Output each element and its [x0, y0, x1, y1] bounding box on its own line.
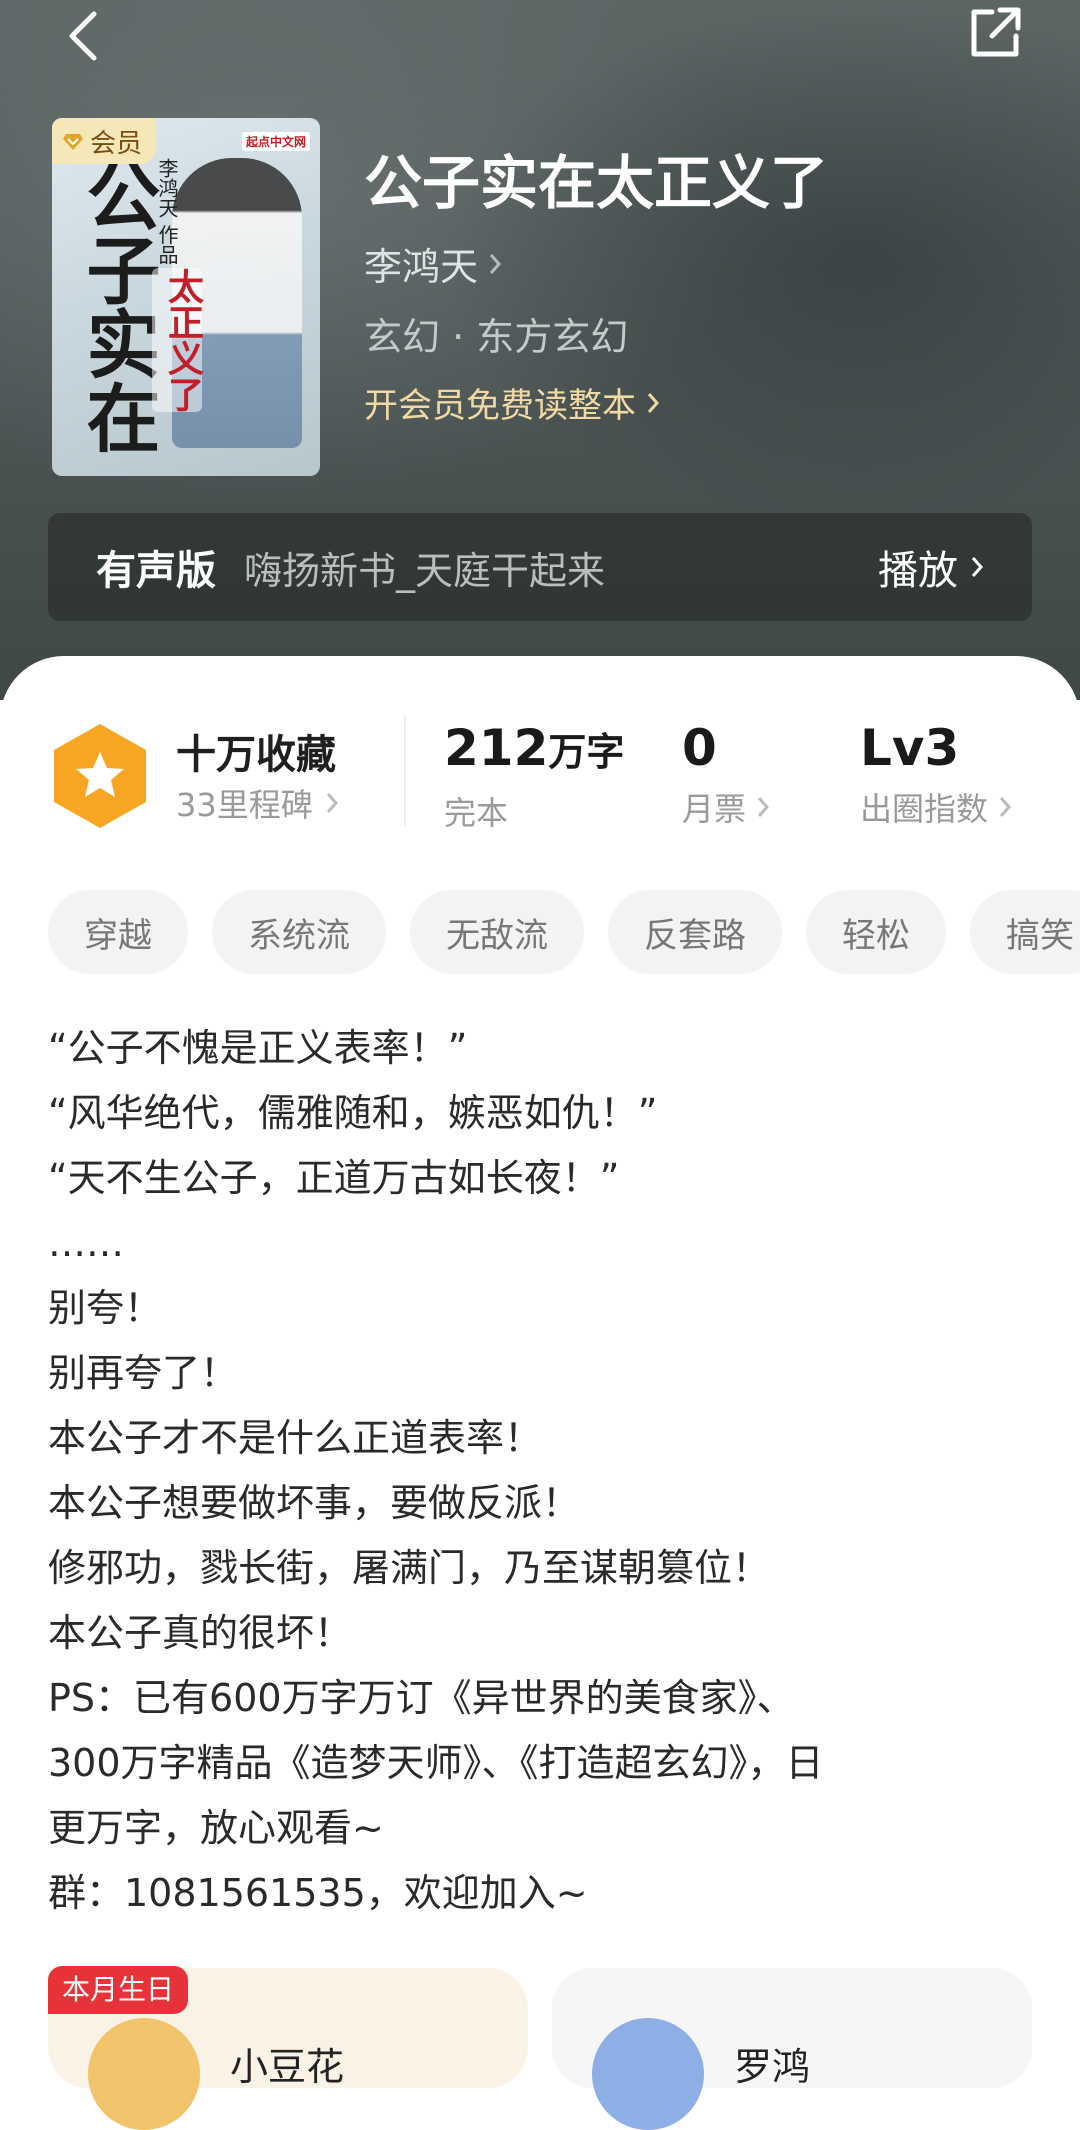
- book-detail-sheet: 十万收藏 33里程碑 212万字 完本 0 月票 Lv3 出圈指数 穿越 系统流…: [0, 656, 1080, 2130]
- chevron-right-icon: [999, 797, 1012, 817]
- description-line: 修邪功，戮长街，屠满门，乃至谋朝篡位！: [48, 1546, 771, 1590]
- birthday-badge: 本月生日: [48, 1966, 189, 2014]
- description-line: “天不生公子，正道万古如长夜！”: [48, 1156, 620, 1200]
- vip-read-link[interactable]: 开会员免费读整本: [364, 378, 660, 427]
- description-line: 更万字，放心观看~: [48, 1806, 384, 1850]
- fan-card[interactable]: 本月生日 小豆花: [48, 1966, 528, 2130]
- chevron-right-icon: [647, 392, 660, 413]
- back-arrow-icon[interactable]: [62, 8, 106, 64]
- tag-chip[interactable]: 无敌流: [410, 890, 584, 974]
- share-icon[interactable]: [964, 2, 1026, 64]
- chevron-right-icon: [326, 793, 338, 813]
- book-genre: 玄幻 · 东方玄幻: [364, 315, 629, 359]
- chevron-right-icon: [971, 557, 984, 577]
- description-line: 本公子才不是什么正道表率！: [48, 1416, 543, 1460]
- author-link[interactable]: 李鸿天: [364, 236, 502, 291]
- description-line: 群：1081561535，欢迎加入~: [48, 1871, 588, 1915]
- vip-read-label: 开会员免费读整本: [364, 386, 636, 426]
- author-name: 李鸿天: [364, 245, 479, 289]
- description-line: “公子不愧是正义表率！”: [48, 1026, 468, 1070]
- tag-chip[interactable]: 轻松: [806, 890, 946, 974]
- cover-author-art: 李鸿天 作品: [155, 158, 179, 265]
- monthly-votes-label: 月票: [682, 790, 747, 828]
- chevron-right-icon: [757, 797, 770, 817]
- vip-badge: 会员: [52, 118, 157, 164]
- cover-subtitle-art: 太正义了: [152, 268, 204, 412]
- fan-list: 本月生日 小豆花 罗鸿: [48, 1966, 1080, 2130]
- favorites-count[interactable]: 十万收藏: [176, 722, 336, 780]
- description-line: ……: [48, 1221, 124, 1265]
- milestones-label: 33里程碑: [176, 786, 313, 824]
- book-title: 公子实在太正义了: [364, 149, 829, 217]
- audio-name: 嗨扬新书_天庭干起来: [244, 548, 606, 593]
- cover-title-art: 公子实在: [74, 158, 160, 454]
- book-header: 公子实在 太正义了 李鸿天 作品 起点中文网 会员 公子实在太正义了 李鸿天 玄…: [0, 0, 1080, 700]
- description-line: 别夸！: [48, 1286, 163, 1330]
- play-button[interactable]: 播放: [878, 538, 984, 596]
- word-count-unit: 万字: [548, 730, 625, 774]
- favorite-star-icon: [54, 724, 146, 828]
- description-line: PS：已有600万字万订《异世界的美食家》、: [48, 1676, 795, 1720]
- audio-version-bar[interactable]: 有声版 嗨扬新书_天庭干起来 播放: [48, 513, 1032, 621]
- audio-label: 有声版: [96, 548, 216, 594]
- tag-chip[interactable]: 穿越: [48, 890, 188, 974]
- stats-divider: [404, 716, 406, 826]
- book-description[interactable]: “公子不愧是正义表率！” “风华绝代，儒雅随和，嫉恶如仇！” “天不生公子，正道…: [48, 1016, 1048, 1926]
- monthly-votes-stat[interactable]: 0 月票: [682, 718, 770, 830]
- chevron-right-icon: [489, 253, 502, 274]
- word-count-value: 212: [444, 719, 549, 777]
- milestones-link[interactable]: 33里程碑: [176, 780, 339, 826]
- play-label: 播放: [878, 548, 958, 594]
- popularity-index-label: 出圈指数: [860, 790, 989, 828]
- description-line: 本公子真的很坏！: [48, 1611, 353, 1655]
- monthly-votes-value: 0: [682, 719, 717, 777]
- fan-name: 小豆花: [230, 2045, 345, 2089]
- vip-badge-label: 会员: [90, 128, 143, 159]
- tag-chip[interactable]: 系统流: [212, 890, 386, 974]
- avatar: [88, 2018, 200, 2130]
- description-line: 300万字精品《造梦天师》、《打造超玄幻》，日: [48, 1741, 824, 1785]
- avatar: [592, 2018, 704, 2130]
- description-line: 别再夸了！: [48, 1351, 239, 1395]
- word-count-stat: 212万字 完本: [444, 718, 624, 834]
- book-cover[interactable]: 公子实在 太正义了 李鸿天 作品 起点中文网 会员: [52, 118, 320, 476]
- book-status: 完本: [444, 794, 509, 832]
- tag-chip[interactable]: 反套路: [608, 890, 782, 974]
- tag-list: 穿越 系统流 无敌流 反套路 轻松 搞笑: [48, 890, 1080, 974]
- fan-name: 罗鸿: [734, 2045, 811, 2089]
- publisher-logo: 起点中文网: [241, 132, 310, 151]
- description-line: “风华绝代，儒雅随和，嫉恶如仇！”: [48, 1091, 658, 1135]
- tag-chip[interactable]: 搞笑: [970, 890, 1080, 974]
- popularity-level-value: Lv3: [860, 719, 960, 777]
- description-line: 本公子想要做坏事，要做反派！: [48, 1481, 581, 1525]
- popularity-index-stat[interactable]: Lv3 出圈指数: [860, 718, 1012, 830]
- fan-card[interactable]: 罗鸿: [552, 1968, 1032, 2130]
- vip-diamond-icon: [63, 134, 83, 150]
